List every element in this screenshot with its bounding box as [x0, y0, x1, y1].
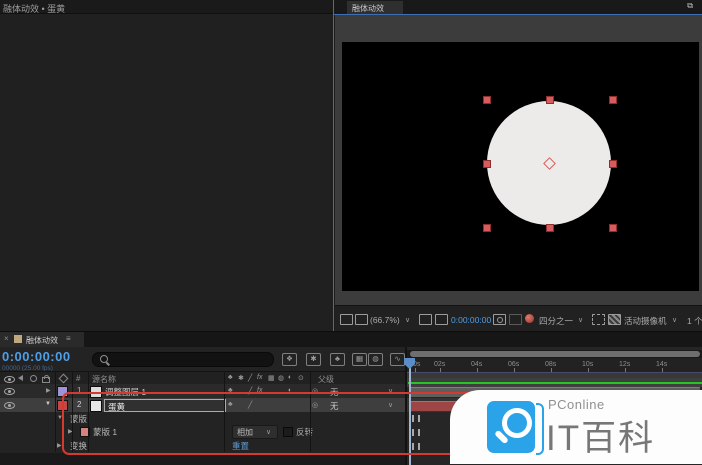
after-effects-window: { "left_panel": { "title": "融体动效 • 蛋黄" }…	[0, 0, 702, 464]
ruler-label: 12s	[619, 361, 630, 368]
effect-controls-panel: 融体动效 • 蛋黄	[0, 0, 333, 331]
selection-handle[interactable]	[609, 160, 617, 168]
cache-green-bar	[408, 382, 702, 384]
timeline-tab-label: 融体动效	[26, 335, 58, 346]
expand-triangle-icon[interactable]: ▶	[57, 442, 62, 449]
motion-blur-switch-icon: ◍	[278, 374, 284, 382]
navigator-thumb[interactable]	[410, 351, 700, 357]
fx-switch-icon: fx	[257, 374, 262, 381]
camera-chevron-icon[interactable]: ∨	[672, 316, 677, 324]
grid-options-icon[interactable]	[419, 314, 432, 325]
watermark-magnifier-icon	[502, 408, 532, 438]
watermark-card: PConline IT百科	[450, 390, 702, 464]
timeline-tab[interactable]: × 融体动效 ≡	[0, 332, 84, 347]
shy-layers-icon[interactable]: ♣	[330, 353, 345, 366]
panel-corner-icon[interactable]: ⧉	[687, 1, 693, 11]
column-divider[interactable]	[55, 371, 56, 452]
always-preview-icon[interactable]	[340, 314, 353, 325]
ruler-label: 04s	[471, 361, 482, 368]
effect-controls-header[interactable]: 融体动效 • 蛋黄	[0, 0, 333, 14]
eye-icon[interactable]	[4, 402, 15, 409]
search-icon	[100, 355, 108, 363]
safe-margins-icon[interactable]	[435, 314, 448, 325]
adjustment-switch-icon: ◐	[288, 374, 292, 381]
composition-panel: 融体动效 ⧉ (66.7%) ∨ 0:00:00:00 四分之一 ∨ 活动摄像机…	[333, 0, 702, 331]
comp-tab[interactable]: 融体动效	[347, 1, 403, 14]
ruler-label: 08s	[545, 361, 556, 368]
toolbar-timecode[interactable]: 0:00:00:00	[451, 315, 491, 325]
selection-handle[interactable]	[483, 96, 491, 104]
expand-triangle-icon[interactable]: ▼	[45, 401, 51, 407]
watermark-title: IT百科	[546, 410, 655, 461]
shy-switch-icon: ♣	[228, 374, 233, 381]
resolution-value[interactable]: 四分之一	[539, 315, 573, 327]
resolution-chevron-icon[interactable]: ∨	[578, 316, 583, 324]
monitor-icon[interactable]	[355, 314, 368, 325]
mini-flowchart-icon[interactable]: ❖	[282, 353, 297, 366]
eye-icon[interactable]	[4, 388, 15, 395]
collapse-switch-icon: ✱	[238, 374, 244, 382]
comp-icon	[14, 335, 22, 343]
panel-menu-icon[interactable]: ≡	[66, 334, 71, 343]
selection-handle[interactable]	[546, 96, 554, 104]
watermark-page-curl	[536, 403, 544, 455]
channels-icon[interactable]	[525, 314, 534, 323]
views-value[interactable]: 1 个	[687, 315, 702, 327]
comp-tab-bar: 融体动效 ⧉	[334, 0, 702, 15]
selection-handle[interactable]	[546, 224, 554, 232]
draft-3d-icon[interactable]: ✱	[306, 353, 321, 366]
label-column-icon	[59, 374, 69, 384]
threed-switch-icon: ⊙	[298, 374, 304, 382]
quality-switch-icon: ╱	[248, 374, 252, 382]
search-input[interactable]	[92, 352, 274, 367]
selection-handle[interactable]	[483, 224, 491, 232]
lock-column-icon	[42, 377, 50, 383]
frame-blend-switch-icon: ▦	[268, 374, 275, 382]
solo-column-icon	[30, 375, 37, 382]
tab-close-icon[interactable]: ×	[4, 334, 9, 343]
selection-handle[interactable]	[609, 224, 617, 232]
watermark-logo	[487, 401, 535, 453]
video-column-icon	[4, 376, 15, 383]
time-navigator[interactable]	[407, 350, 702, 358]
selection-handle[interactable]	[609, 96, 617, 104]
expand-triangle-icon[interactable]: ▶	[46, 387, 51, 394]
transparency-grid-icon[interactable]	[608, 314, 621, 325]
effect-controls-title: 融体动效 • 蛋黄	[3, 2, 65, 15]
ruler-label: 02s	[434, 361, 445, 368]
time-ruler[interactable]: 0s 02s 04s 06s 08s 10s 12s 14s	[407, 358, 702, 372]
magnification-chevron-icon[interactable]: ∨	[405, 316, 410, 324]
comp-toolbar: (66.7%) ∨ 0:00:00:00 四分之一 ∨ 活动摄像机 ∨ 1 个	[335, 305, 702, 332]
frame-blend-icon[interactable]: ▦	[352, 353, 367, 366]
snapshot-icon[interactable]	[493, 314, 506, 325]
ruler-label: 14s	[656, 361, 667, 368]
magnification-value[interactable]: (66.7%)	[370, 315, 400, 325]
motion-blur-icon[interactable]: ◍	[368, 353, 383, 366]
graph-editor-icon[interactable]: ∿	[390, 353, 405, 366]
timeline-tab-bar: × 融体动效 ≡	[0, 332, 702, 347]
ruler-label: 06s	[508, 361, 519, 368]
view-layout-value[interactable]: 活动摄像机	[624, 315, 667, 327]
show-snapshot-icon[interactable]	[509, 314, 522, 325]
ruler-label: 10s	[582, 361, 593, 368]
region-of-interest-icon[interactable]	[592, 314, 605, 325]
audio-column-icon	[18, 375, 23, 381]
number-column-header: #	[76, 374, 80, 383]
current-time-display[interactable]: 0:00:00:00	[2, 349, 71, 364]
selection-handle[interactable]	[483, 160, 491, 168]
comp-tab-label: 融体动效	[352, 3, 384, 14]
